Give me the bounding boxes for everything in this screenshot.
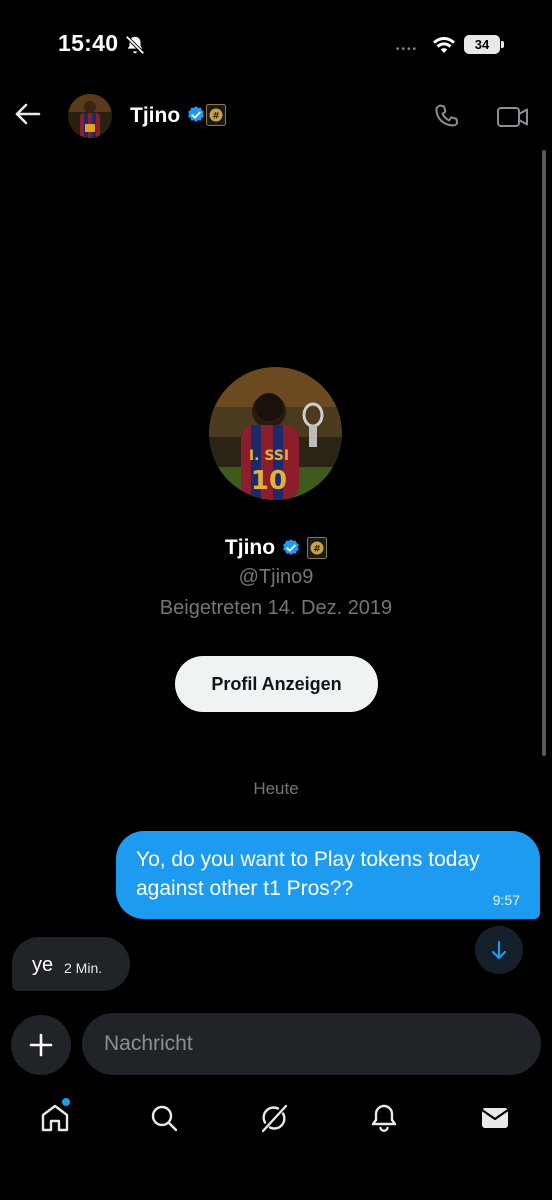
battery-tip [501,41,504,48]
day-separator: Heute [253,779,299,798]
add-attachment-button[interactable] [11,1015,71,1075]
conversation-header: Tjino # [0,90,552,142]
header-name[interactable]: Tjino [130,104,180,128]
profile-avatar[interactable]: I. SSI 10 [209,367,342,500]
wifi-icon [433,37,455,53]
scroll-to-bottom-button[interactable] [475,926,523,974]
status-time: 15:40 [58,30,119,56]
affiliate-badge-icon: # [206,104,226,126]
message-text: ye [32,954,54,976]
signal-indicator: •••• [396,44,419,55]
back-arrow-icon[interactable] [12,98,44,130]
profile-avatar-image: I. SSI 10 [209,367,342,500]
notifications-icon[interactable] [366,1100,402,1136]
verified-badge-icon [188,106,204,122]
status-bar: 15:40 •••• 34 [0,0,552,90]
search-icon[interactable] [146,1100,182,1136]
profile-handle: @Tjino9 [238,566,314,588]
plus-icon [29,1033,53,1057]
avatar-image [68,94,112,138]
video-camera-icon[interactable] [496,102,530,132]
notification-dot [62,1098,70,1106]
svg-text:10: 10 [251,466,287,496]
message-input[interactable] [104,1013,524,1075]
message-time: 9:57 [492,892,520,908]
message-composer [82,1013,541,1075]
verified-badge-icon [283,539,299,555]
battery-indicator: 34 [464,35,500,54]
phone-icon[interactable] [432,102,462,132]
avatar[interactable] [68,94,112,138]
affiliate-badge-icon: # [307,537,328,559]
svg-text:#: # [313,545,321,555]
message-time: 2 Min. [64,960,103,976]
bell-off-icon [125,35,145,55]
svg-text:#: # [212,112,220,122]
profile-joined-date: Beigetreten 14. Dez. 2019 [159,597,393,619]
bottom-navigation [0,1090,552,1150]
message-outgoing[interactable]: Yo, do you want to Play tokens today aga… [116,831,540,919]
profile-name-row: Tjino # [0,533,552,563]
message-text: Yo, do you want to Play tokens today aga… [136,848,480,900]
message-incoming[interactable]: ye 2 Min. [12,937,130,991]
messages-icon[interactable] [477,1100,513,1136]
profile-name[interactable]: Tjino [225,536,275,560]
svg-text:I. SSI: I. SSI [249,448,289,464]
grok-icon[interactable] [256,1100,292,1136]
scrollbar[interactable] [542,150,546,756]
view-profile-button[interactable]: Profil Anzeigen [175,656,378,712]
arrow-down-icon [491,940,507,960]
